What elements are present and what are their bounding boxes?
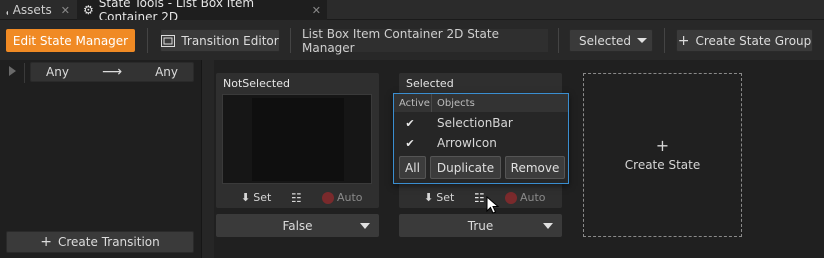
close-icon[interactable]: ✕ bbox=[61, 4, 70, 17]
chevron-down-icon bbox=[360, 223, 370, 229]
transition-to: Any bbox=[155, 65, 178, 79]
button-label: Create Transition bbox=[58, 235, 160, 249]
plus-icon: + bbox=[655, 136, 670, 155]
toolbar-divider bbox=[147, 28, 148, 53]
chevron-down-icon bbox=[637, 38, 648, 43]
state-objects-popup: Active Objects ✔ SelectionBar ✔ ArrowIco… bbox=[393, 93, 569, 184]
duplicate-button[interactable]: Duplicate bbox=[430, 156, 501, 179]
tab-state-tools[interactable]: ⚙ State Tools - List Box Item Container … bbox=[77, 0, 327, 24]
toolbar-divider bbox=[290, 28, 291, 53]
edit-state-manager-button[interactable]: Edit State Manager bbox=[6, 29, 135, 52]
transition-editor-button[interactable]: Transition Editor bbox=[160, 29, 280, 52]
popup-header: Active Objects bbox=[394, 94, 568, 112]
selected-value: Selected bbox=[579, 33, 632, 48]
active-checkbox[interactable]: ✔ bbox=[394, 117, 426, 130]
state-manager-name: List Box Item Container 2D State Manager bbox=[302, 27, 548, 55]
mouse-cursor-icon bbox=[486, 196, 500, 214]
object-name: SelectionBar bbox=[437, 116, 513, 130]
create-state-group-button[interactable]: + Create State Group bbox=[676, 29, 813, 52]
objects-list-icon[interactable]: ☷ bbox=[474, 191, 485, 205]
active-checkbox[interactable]: ✔ bbox=[394, 137, 426, 150]
arrow-down-icon: ⬇ bbox=[424, 191, 434, 204]
selected-value: True bbox=[467, 218, 494, 233]
set-button[interactable]: ⬇ Set bbox=[424, 191, 454, 204]
set-button[interactable]: ⬇ Set bbox=[241, 191, 271, 204]
button-label: Duplicate bbox=[436, 160, 495, 175]
assets-icon bbox=[6, 11, 8, 15]
plus-icon: + bbox=[40, 234, 52, 250]
toolbar-divider bbox=[558, 28, 559, 53]
button-label: Transition Editor bbox=[181, 33, 279, 48]
record-icon bbox=[505, 191, 517, 204]
selected-value: False bbox=[282, 218, 313, 233]
auto-label: Auto bbox=[337, 191, 363, 204]
transitions-panel bbox=[0, 60, 202, 258]
create-transition-button[interactable]: + Create Transition bbox=[6, 231, 194, 253]
set-label: Set bbox=[436, 191, 455, 204]
objects-list-icon[interactable]: ☷ bbox=[291, 191, 302, 205]
tab-label: Assets bbox=[12, 3, 52, 17]
close-icon[interactable]: ✕ bbox=[312, 4, 321, 17]
tab-assets[interactable]: Assets ✕ bbox=[0, 0, 76, 20]
transition-row[interactable]: Any ⟶ Any bbox=[30, 62, 194, 82]
state-thumbnail bbox=[222, 94, 372, 184]
gear-icon: ⚙ bbox=[83, 3, 94, 17]
arrow-down-icon: ⬇ bbox=[241, 191, 251, 204]
button-label: Create State Group bbox=[695, 33, 812, 48]
plus-icon: + bbox=[677, 32, 690, 49]
panel-gutter bbox=[202, 60, 214, 258]
remove-button[interactable]: Remove bbox=[505, 156, 565, 179]
column-header-objects: Objects bbox=[437, 97, 475, 109]
state-value-select[interactable]: True bbox=[399, 214, 562, 237]
set-label: Set bbox=[253, 191, 272, 204]
button-label: Edit State Manager bbox=[12, 33, 129, 48]
object-name: ArrowIcon bbox=[437, 136, 497, 150]
create-state-button[interactable]: + Create State bbox=[583, 73, 742, 237]
transition-editor-icon bbox=[161, 34, 176, 47]
state-value-select[interactable]: False bbox=[216, 214, 379, 237]
chevron-down-icon bbox=[543, 223, 553, 229]
button-label: Create State bbox=[624, 158, 701, 172]
button-label: Remove bbox=[510, 160, 560, 175]
toolbar-divider bbox=[664, 28, 665, 53]
state-name: Selected bbox=[406, 77, 454, 90]
button-label: All bbox=[405, 160, 420, 175]
select-all-button[interactable]: All bbox=[399, 156, 426, 179]
play-icon[interactable] bbox=[9, 66, 16, 76]
state-name: NotSelected bbox=[223, 77, 290, 90]
arrow-right-icon: ⟶ bbox=[101, 64, 123, 80]
panel-divider bbox=[24, 63, 25, 83]
transition-from: Any bbox=[46, 65, 69, 79]
auto-toggle[interactable]: Auto bbox=[322, 191, 363, 204]
auto-label: Auto bbox=[520, 191, 546, 204]
list-item[interactable]: ✔ SelectionBar bbox=[394, 113, 568, 133]
column-header-active: Active bbox=[399, 97, 430, 109]
record-icon bbox=[322, 191, 334, 204]
state-group-select[interactable]: Selected bbox=[569, 29, 653, 52]
list-item[interactable]: ✔ ArrowIcon bbox=[394, 133, 568, 153]
auto-toggle[interactable]: Auto bbox=[505, 191, 546, 204]
